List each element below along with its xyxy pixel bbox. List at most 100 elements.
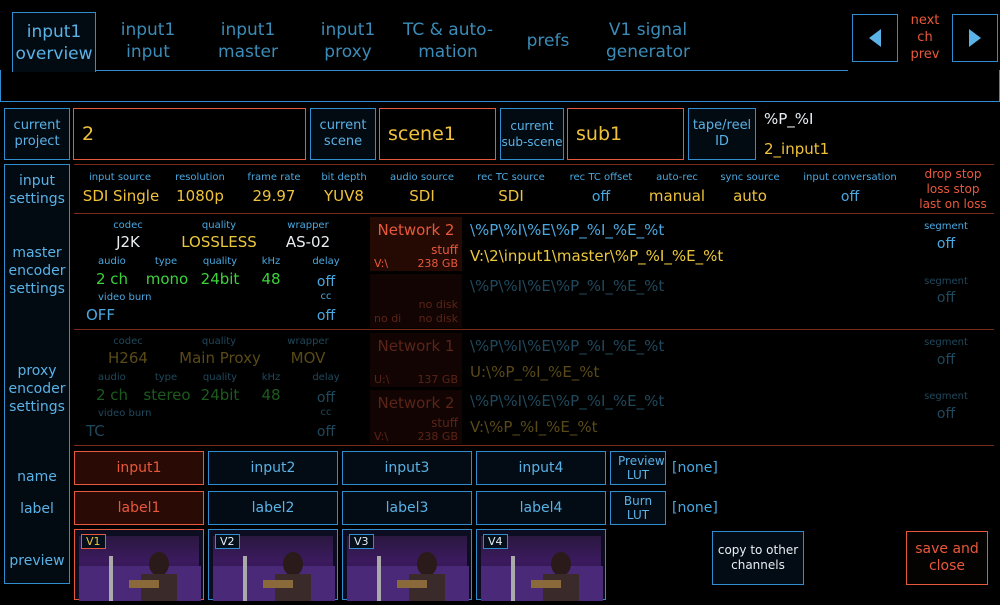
proxy-destination-1[interactable]: Network 1 U:\ 137 GB — [370, 333, 462, 387]
tab-label: prefs — [526, 31, 570, 51]
proxy-codec-value: H264 — [108, 349, 148, 367]
proxy-encoder-params[interactable]: codec H264 quality Main Proxy wrapper MO… — [74, 330, 374, 444]
proxy-type-label: type — [154, 372, 178, 383]
master-path-pattern-1[interactable]: \%P\%I\%E\%P_%I_%E_%t — [470, 221, 664, 239]
tab-input1-overview[interactable]: input1 overview — [12, 12, 96, 72]
proxy-dest2-extra: stuff — [431, 416, 458, 430]
name-text: input3 — [384, 460, 430, 476]
current-project-field[interactable]: 2 — [73, 108, 306, 160]
master-dest1-size: 238 GB — [417, 257, 458, 270]
tape-id-value: 2_input1 — [764, 140, 829, 158]
proxy-delay-label: delay — [312, 372, 340, 383]
proxy-audio-quality-value: 24bit — [200, 386, 240, 404]
burn-lut-label: Burn LUT — [623, 494, 653, 522]
drop-stop-setting[interactable]: drop stop loss stop last on loss — [912, 167, 994, 212]
side-preview-text: preview — [9, 553, 65, 569]
preview-v2[interactable]: V2 — [208, 529, 338, 601]
proxy-dest2-size: 238 GB — [417, 430, 458, 443]
copy-to-other-channels-button[interactable]: copy to other channels — [712, 531, 804, 585]
proxy-khz-label: kHz — [261, 372, 281, 383]
tab-input1-proxy[interactable]: input1 proxy — [298, 12, 398, 70]
tape-pattern[interactable]: %P_%I — [764, 110, 813, 128]
label-text: label3 — [385, 500, 429, 516]
tab-label: input1 proxy — [320, 20, 376, 62]
side-label-text: label — [20, 501, 54, 517]
master-quality-label: quality — [201, 220, 237, 231]
current-scene-field[interactable]: scene1 — [379, 108, 496, 160]
master-delay-value: off — [316, 274, 336, 290]
tab-input1-input[interactable]: input1 input — [98, 12, 198, 70]
resolution-value: 1080p — [176, 187, 224, 205]
nav-next-text: next — [910, 13, 940, 28]
side-name-text: name — [17, 469, 57, 485]
tab-input1-master[interactable]: input1 master — [198, 12, 298, 70]
label-label4-button[interactable]: label4 — [476, 491, 606, 525]
burn-lut-button[interactable]: Burn LUT — [610, 491, 666, 525]
tab-v1-signal-generator[interactable]: V1 signal generator — [598, 12, 698, 70]
arrow-right-icon — [969, 29, 981, 47]
master-segment-value[interactable]: off — [914, 236, 978, 252]
master-type-label: type — [154, 256, 178, 267]
tab-panel-frame — [0, 70, 1000, 102]
name-input3-button[interactable]: input3 — [342, 451, 472, 485]
proxy-segment2-value[interactable]: off — [914, 406, 978, 422]
proxy-path-pattern-1[interactable]: \%P\%I\%E\%P_%I_%E_%t — [470, 337, 664, 355]
proxy-destination-2[interactable]: Network 2 stuff V:\ 238 GB — [370, 390, 462, 444]
input-settings-row[interactable]: input source SDI Single resolution 1080p… — [74, 167, 994, 212]
rec-tc-offset-label: rec TC offset — [569, 172, 633, 183]
name-input2-button[interactable]: input2 — [208, 451, 338, 485]
prev-channel-button[interactable] — [852, 14, 898, 62]
name-input4-button[interactable]: input4 — [476, 451, 606, 485]
name-text: input2 — [250, 460, 296, 476]
preview-tag: V2 — [215, 534, 240, 549]
proxy-audio-quality-label: quality — [202, 372, 238, 383]
preview-v1[interactable]: V1 — [74, 529, 204, 601]
tab-tc-automation[interactable]: TC & auto-mation — [398, 12, 498, 70]
label-label1-button[interactable]: label1 — [74, 491, 204, 525]
preview-lut-button[interactable]: Preview LUT — [610, 451, 666, 485]
rec-tc-source-value: SDI — [498, 187, 524, 205]
side-master-encoder: master encoder settings — [0, 244, 74, 298]
master-destination-2[interactable]: no disk no di no disk — [370, 274, 462, 328]
rec-tc-offset-value: off — [591, 189, 611, 205]
nav-prev-text: prev — [910, 47, 940, 62]
copy-button-label: copy to other channels — [717, 543, 799, 572]
master-audio-quality-value: 24bit — [200, 270, 240, 288]
tab-label: TC & auto-mation — [402, 20, 494, 62]
preview-v3[interactable]: V3 — [342, 529, 472, 601]
current-subscene-value: sub1 — [576, 123, 623, 145]
master-audio-label: audio — [98, 256, 126, 267]
tab-label: input1 master — [218, 20, 278, 62]
master-wrapper-value: AS-02 — [285, 233, 331, 251]
proxy-audio-label: audio — [98, 372, 126, 383]
loss-stop-text: loss stop — [926, 182, 980, 196]
proxy-segment-value[interactable]: off — [914, 352, 978, 368]
master-destination-1[interactable]: Network 2 stuff V:\ 238 GB — [370, 217, 462, 271]
tape-id-text: 2_input1 — [764, 140, 830, 158]
current-subscene-field[interactable]: sub1 — [567, 108, 684, 160]
master-khz-value: 48 — [261, 270, 281, 288]
master-segment2-value[interactable]: off — [914, 290, 978, 306]
proxy-type-value: stereo — [143, 386, 191, 404]
preview-tag: V4 — [483, 534, 508, 549]
proxy-codec-label: codec — [113, 336, 143, 347]
preview-v4[interactable]: V4 — [476, 529, 606, 601]
label-label3-button[interactable]: label3 — [342, 491, 472, 525]
label-label2-button[interactable]: label2 — [208, 491, 338, 525]
proxy-resolved-path-1: U:\%P_%I_%E_%t — [470, 363, 600, 381]
arrow-left-icon — [869, 29, 881, 47]
master-resolved-path-1: V:\2\input1\master\%P_%I_%E_%t — [470, 247, 724, 265]
tab-prefs[interactable]: prefs — [498, 12, 598, 70]
side-name: name — [0, 468, 74, 486]
master-path-pattern-2[interactable]: \%P\%I\%E\%P_%I_%E_%t — [470, 277, 664, 295]
last-on-loss-text: last on loss — [919, 197, 987, 211]
save-and-close-button[interactable]: save and close — [906, 531, 988, 585]
proxy-segment2-label: segment — [924, 391, 968, 402]
master-encoder-params[interactable]: codec J2K quality LOSSLESS wrapper AS-02… — [74, 214, 374, 328]
proxy-dest2-path: V:\ — [374, 430, 389, 443]
proxy-path-pattern-2[interactable]: \%P\%I\%E\%P_%I_%E_%t — [470, 392, 664, 410]
name-input1-button[interactable]: input1 — [74, 451, 204, 485]
input-conversation-value: off — [840, 189, 860, 205]
next-channel-button[interactable] — [952, 14, 998, 62]
name-text: input1 — [116, 460, 162, 476]
